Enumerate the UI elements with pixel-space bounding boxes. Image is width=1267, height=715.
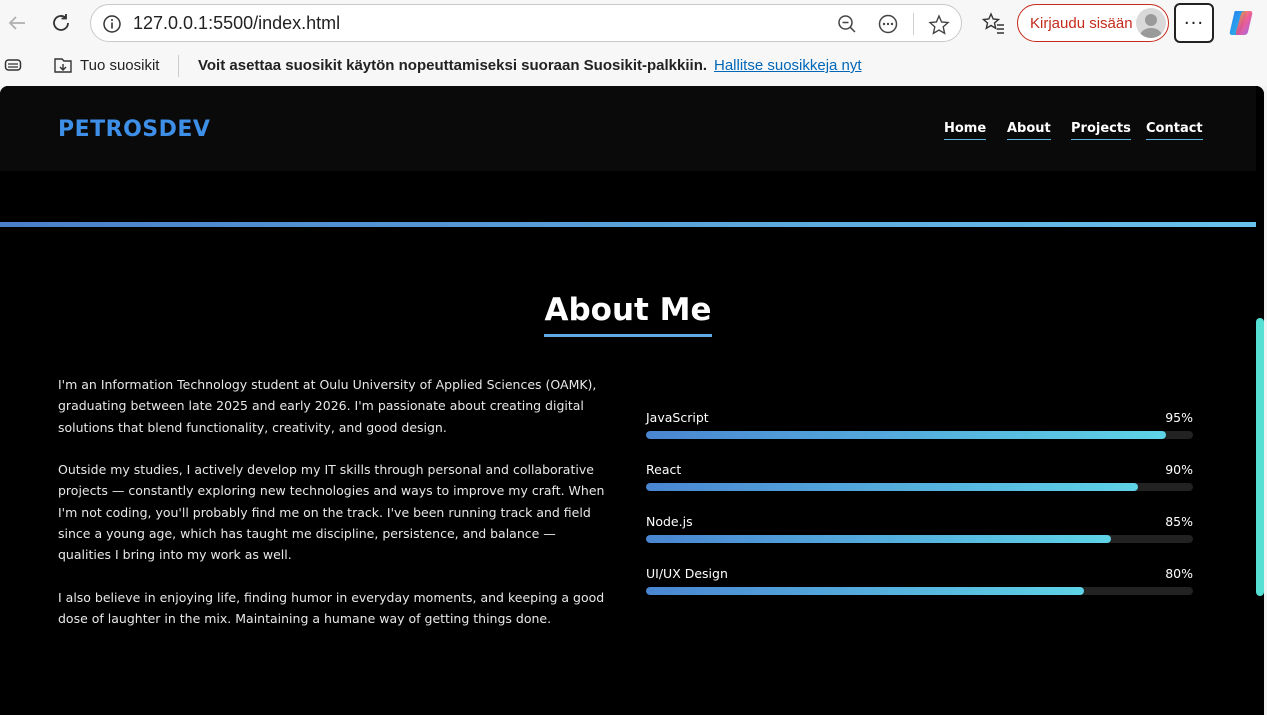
nav-link-projects[interactable]: Projects bbox=[1071, 121, 1131, 140]
skill-percent: 95% bbox=[1165, 410, 1193, 425]
skill-bar-fill bbox=[646, 535, 1111, 543]
nav-link-home[interactable]: Home bbox=[944, 121, 987, 140]
skill-name: React bbox=[646, 462, 682, 477]
skill-react: React 90% bbox=[646, 462, 1193, 502]
import-favorites-link[interactable]: Tuo suosikit bbox=[80, 57, 159, 74]
skill-name: JavaScript bbox=[646, 410, 709, 425]
zoom-out-icon[interactable] bbox=[837, 14, 857, 38]
favbar-divider bbox=[178, 55, 179, 77]
site-header: PETROSDEV Home About Projects Contact bbox=[0, 86, 1256, 171]
favbar-message: Voit asettaa suosikit käytön nopeuttamis… bbox=[198, 57, 708, 74]
skill-javascript: JavaScript 95% bbox=[646, 410, 1193, 450]
profile-icon bbox=[1136, 8, 1166, 38]
about-paragraph: I also believe in enjoying life, finding… bbox=[58, 590, 605, 627]
skill-percent: 80% bbox=[1165, 566, 1193, 581]
skill-bar-track bbox=[646, 587, 1193, 595]
skill-nodejs: Node.js 85% bbox=[646, 514, 1193, 554]
about-paragraph: I'm an Information Technology student at… bbox=[58, 377, 597, 435]
skill-bar-track bbox=[646, 535, 1193, 543]
skill-bar-track bbox=[646, 431, 1193, 439]
signin-label: Kirjaudu sisään bbox=[1030, 15, 1133, 32]
scrollbar-thumb[interactable] bbox=[1256, 318, 1264, 596]
more-label: ··· bbox=[1183, 12, 1205, 34]
more-menu-button[interactable]: ··· bbox=[1174, 3, 1214, 43]
info-icon[interactable] bbox=[102, 14, 122, 38]
about-paragraph: Outside my studies, I actively develop m… bbox=[58, 462, 605, 563]
star-icon[interactable] bbox=[928, 14, 950, 40]
about-title: About Me bbox=[544, 292, 712, 337]
back-icon[interactable] bbox=[2, 8, 32, 38]
nav-link-about[interactable]: About bbox=[1007, 121, 1051, 140]
collections-icon[interactable] bbox=[4, 56, 22, 78]
nav-link-contact[interactable]: Contact bbox=[1146, 121, 1203, 140]
import-favorites-icon[interactable] bbox=[52, 55, 74, 81]
skill-percent: 90% bbox=[1165, 462, 1193, 477]
page-scrollbar[interactable] bbox=[1256, 86, 1264, 715]
refresh-icon[interactable] bbox=[46, 8, 76, 38]
favorites-icon[interactable] bbox=[978, 8, 1008, 38]
favorites-bar: Tuo suosikit Voit asettaa suosikit käytö… bbox=[0, 46, 1267, 86]
site-logo[interactable]: PETROSDEV bbox=[58, 117, 210, 142]
skill-bar-track bbox=[646, 483, 1193, 491]
browser-toolbar: 127.0.0.1:5500/index.html Kirjaudu sisää… bbox=[0, 0, 1267, 46]
page-viewport: PETROSDEV Home About Projects Contact Ab… bbox=[0, 86, 1264, 715]
reader-icon[interactable] bbox=[878, 14, 898, 38]
copilot-icon[interactable] bbox=[1226, 8, 1256, 38]
address-divider bbox=[913, 13, 914, 35]
skill-bar-fill bbox=[646, 587, 1084, 595]
about-section-heading-wrap: About Me bbox=[0, 292, 1256, 337]
address-bar[interactable]: 127.0.0.1:5500/index.html bbox=[90, 4, 962, 42]
skill-name: UI/UX Design bbox=[646, 566, 728, 581]
skill-name: Node.js bbox=[646, 514, 693, 529]
section-divider bbox=[0, 222, 1256, 227]
url-text[interactable]: 127.0.0.1:5500/index.html bbox=[133, 13, 340, 34]
skill-bar-fill bbox=[646, 431, 1166, 439]
manage-favorites-link[interactable]: Hallitse suosikkeja nyt bbox=[714, 57, 862, 74]
skill-uiux: UI/UX Design 80% bbox=[646, 566, 1193, 606]
skill-percent: 85% bbox=[1165, 514, 1193, 529]
signin-button[interactable]: Kirjaudu sisään bbox=[1017, 4, 1169, 42]
skill-bar-fill bbox=[646, 483, 1139, 491]
